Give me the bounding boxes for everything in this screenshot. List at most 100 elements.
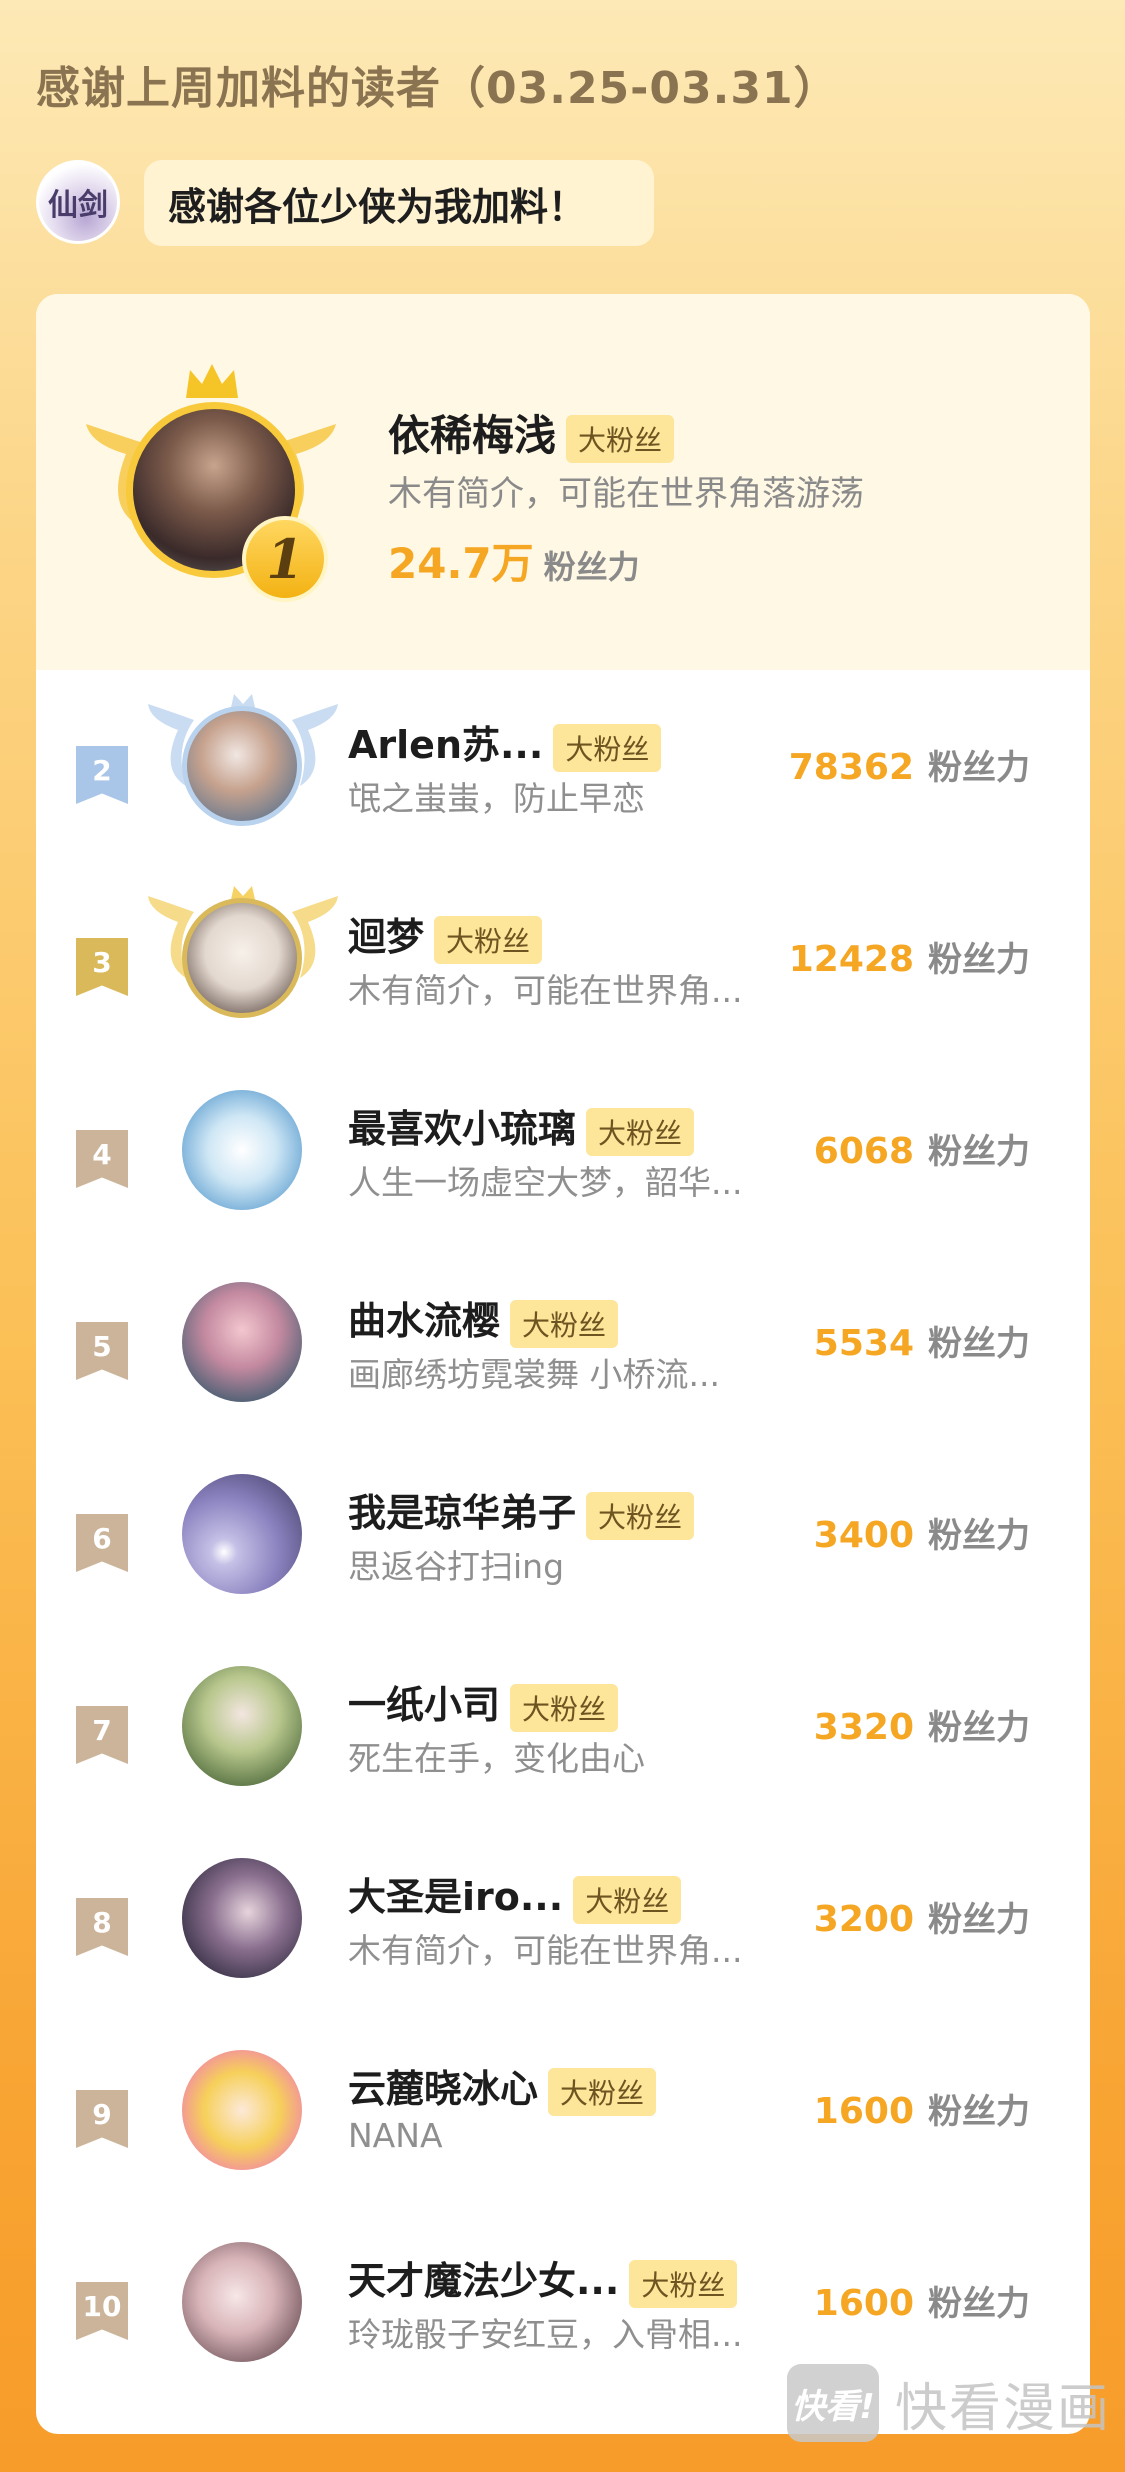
- fan-power-value: 1600: [813, 2283, 914, 2324]
- fan-power: 5534 粉丝力: [814, 1316, 1030, 1365]
- fan-power: 12428 粉丝力: [789, 932, 1030, 981]
- fan-power: 78362 粉丝力: [789, 740, 1030, 789]
- fan-power-value: 3400: [813, 1515, 914, 1556]
- leaderboard-card: 1 依稀梅浅 大粉丝 木有简介，可能在世界角落游荡 24.7万 粉丝力 2 Arle…: [36, 294, 1090, 2434]
- kuaikan-watermark: 快看! 快看漫画: [786, 2364, 1111, 2442]
- user-avatar[interactable]: [182, 1282, 302, 1402]
- user-avatar[interactable]: [182, 2242, 302, 2362]
- user-name-text: 云麓晓冰心: [348, 2067, 539, 2111]
- user-name-text: Arlen苏...: [348, 723, 544, 767]
- rank-flag: 9: [76, 2090, 128, 2148]
- user-bio: 画廊绣坊霓裳舞 小桥流...: [348, 1355, 720, 1394]
- fan-power-value: 6068: [813, 1131, 914, 1172]
- author-message-bubble: 感谢各位少侠为我加料！: [144, 160, 654, 246]
- fan-power-unit: 粉丝力: [928, 1132, 1030, 1172]
- fan-power-unit: 粉丝力: [928, 1708, 1030, 1748]
- user-avatar[interactable]: [182, 1474, 302, 1594]
- fan-tag: 大粉丝: [548, 2067, 657, 2116]
- user-name: 最喜欢小琉璃 大粉丝: [348, 1098, 695, 1156]
- rank-flag: 8: [76, 1898, 128, 1956]
- rank-1-badge: 1: [242, 516, 328, 602]
- user-bio: 木有简介，可能在世界角...: [348, 971, 743, 1010]
- fan-power-unit: 粉丝力: [928, 1516, 1030, 1556]
- user-name-text: 我是琼华弟子: [348, 1491, 577, 1535]
- user-name: 曲水流樱 大粉丝: [348, 1290, 619, 1348]
- fan-power-unit: 粉丝力: [928, 1324, 1030, 1364]
- fan-tag: 大粉丝: [629, 2259, 738, 2308]
- fan-power-value: 12428: [788, 939, 914, 980]
- user-avatar[interactable]: [182, 1666, 302, 1786]
- fan-tag: 大粉丝: [566, 414, 675, 463]
- list-item[interactable]: 5 曲水流樱 大粉丝 画廊绣坊霓裳舞 小桥流... 5534 粉丝力: [36, 1246, 1090, 1438]
- user-name: Arlen苏... 大粉丝: [348, 714, 662, 772]
- list-item[interactable]: 6 我是琼华弟子 大粉丝 思返谷打扫ing 3400 粉丝力: [36, 1438, 1090, 1630]
- author-avatar[interactable]: 仙剑: [36, 160, 120, 244]
- user-name: 迴梦 大粉丝: [348, 906, 543, 964]
- fan-power-value: 5534: [813, 1323, 914, 1364]
- fan-power-value: 3320: [813, 1707, 914, 1748]
- user-name: 天才魔法少女... 大粉丝: [348, 2250, 738, 2308]
- page-title: 感谢上周加料的读者（03.25-03.31）: [36, 63, 839, 114]
- fan-tag: 大粉丝: [510, 1299, 619, 1348]
- list-item[interactable]: 3 迴梦 大粉丝 木有简介，可能在世界角... 12428 粉丝力: [36, 862, 1090, 1054]
- user-name: 我是琼华弟子 大粉丝: [348, 1482, 695, 1540]
- fan-power: 3320 粉丝力: [814, 1700, 1030, 1749]
- user-name: 一纸小司 大粉丝: [348, 1674, 619, 1732]
- fan-power-value: 78362: [788, 747, 914, 788]
- user-avatar[interactable]: [182, 2050, 302, 2170]
- list-item[interactable]: 4 最喜欢小琉璃 大粉丝 人生一场虚空大梦，韶华... 6068 粉丝力: [36, 1054, 1090, 1246]
- top1-name: 依稀梅浅 大粉丝: [388, 402, 675, 463]
- fan-power: 1600 粉丝力: [814, 2276, 1030, 2325]
- fan-power-unit: 粉丝力: [543, 548, 640, 586]
- fan-tag: 大粉丝: [510, 1683, 619, 1732]
- fan-tag: 大粉丝: [586, 1491, 695, 1540]
- user-name: 大圣是iro... 大粉丝: [348, 1866, 682, 1924]
- user-bio: 死生在手，变化由心: [348, 1739, 645, 1778]
- user-bio: 玲珑骰子安红豆，入骨相...: [348, 2315, 743, 2354]
- user-bio: 木有简介，可能在世界角...: [348, 1931, 743, 1970]
- top1-section[interactable]: 1 依稀梅浅 大粉丝 木有简介，可能在世界角落游荡 24.7万 粉丝力: [36, 294, 1090, 670]
- top1-name-text: 依稀梅浅: [388, 411, 557, 460]
- user-name-text: 一纸小司: [348, 1683, 501, 1727]
- top1-fan-power: 24.7万 粉丝力: [388, 530, 640, 591]
- user-name-text: 天才魔法少女...: [348, 2259, 620, 2303]
- fan-power-unit: 粉丝力: [928, 748, 1030, 788]
- list-item[interactable]: 2 Arlen苏... 大粉丝 氓之蚩蚩，防止早恋 78362 粉丝力: [36, 670, 1090, 862]
- fan-power-unit: 粉丝力: [928, 2284, 1030, 2324]
- fan-tag: 大粉丝: [434, 915, 543, 964]
- user-name-text: 曲水流樱: [348, 1299, 501, 1343]
- fan-power: 1600 粉丝力: [814, 2084, 1030, 2133]
- list-item[interactable]: 7 一纸小司 大粉丝 死生在手，变化由心 3320 粉丝力: [36, 1630, 1090, 1822]
- user-name-text: 最喜欢小琉璃: [348, 1107, 577, 1151]
- list-item[interactable]: 9 云麓晓冰心 大粉丝 NANA 1600 粉丝力: [36, 2014, 1090, 2206]
- fan-power-unit: 粉丝力: [928, 2092, 1030, 2132]
- user-bio: 人生一场虚空大梦，韶华...: [348, 1163, 743, 1202]
- user-bio: NANA: [348, 2116, 443, 2155]
- user-avatar[interactable]: [182, 1090, 302, 1210]
- fan-tag: 大粉丝: [586, 1107, 695, 1156]
- top1-bio: 木有简介，可能在世界角落游荡: [388, 474, 864, 514]
- user-name-text: 大圣是iro...: [348, 1875, 564, 1919]
- top1-power-value: 24.7万: [388, 539, 534, 588]
- user-bio: 思返谷打扫ing: [348, 1547, 565, 1586]
- fan-power: 6068 粉丝力: [814, 1124, 1030, 1173]
- watermark-text: 快看漫画: [894, 2378, 1111, 2439]
- rank-flag: 4: [76, 1130, 128, 1188]
- kuaikan-logo-icon: 快看!: [786, 2364, 879, 2442]
- user-bio: 氓之蚩蚩，防止早恋: [348, 779, 645, 818]
- user-avatar[interactable]: [182, 706, 302, 826]
- rank-flag: 3: [76, 938, 128, 996]
- user-avatar[interactable]: [182, 1858, 302, 1978]
- fan-tag: 大粉丝: [573, 1875, 682, 1924]
- user-avatar[interactable]: [182, 898, 302, 1018]
- fan-power: 3400 粉丝力: [814, 1508, 1030, 1557]
- user-name-text: 迴梦: [348, 915, 425, 959]
- list-item[interactable]: 8 大圣是iro... 大粉丝 木有简介，可能在世界角... 3200 粉丝力: [36, 1822, 1090, 2014]
- user-name: 云麓晓冰心 大粉丝: [348, 2058, 657, 2116]
- rank-flag: 10: [76, 2282, 128, 2340]
- rank-flag: 7: [76, 1706, 128, 1764]
- fan-tag: 大粉丝: [553, 723, 662, 772]
- fan-power-unit: 粉丝力: [928, 940, 1030, 980]
- fan-power: 3200 粉丝力: [814, 1892, 1030, 1941]
- crown-icon: [186, 364, 238, 398]
